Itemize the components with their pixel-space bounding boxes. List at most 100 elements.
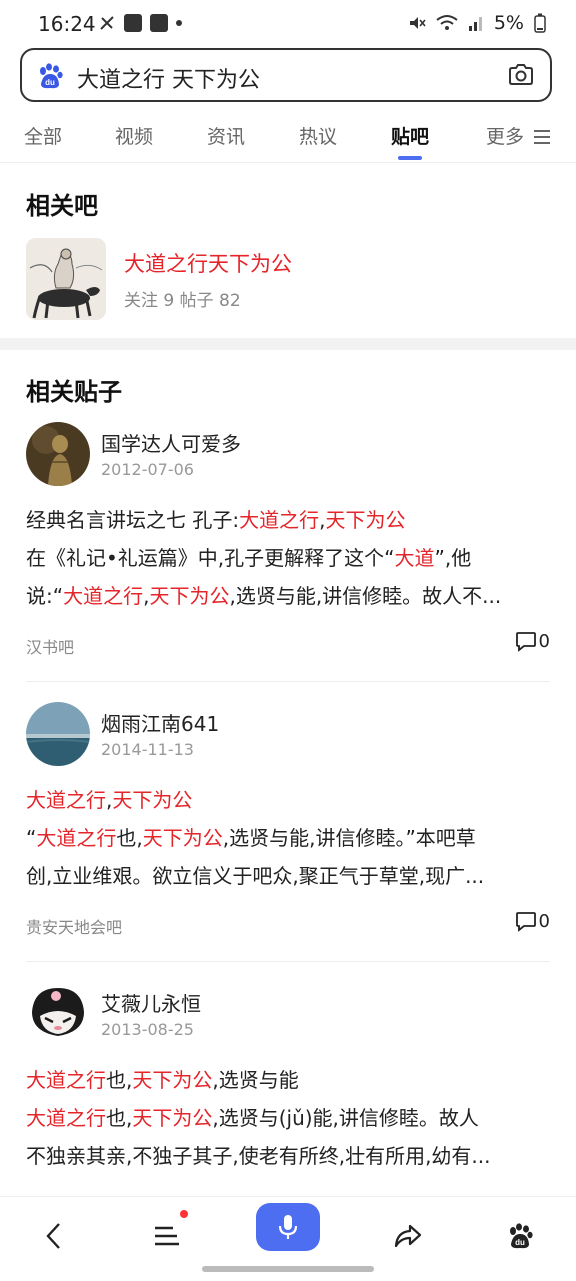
post-card[interactable]: 烟雨江南641 2014-11-13 大道之行,天下为公 “大道之行也,天下为公… [26,702,550,962]
post-source-bar[interactable]: 汉书吧 [26,634,74,658]
highlighted-keyword: 天下为公 [142,826,223,850]
post-date: 2013-08-25 [101,1020,194,1039]
highlighted-keyword: 大道之行 [239,508,320,532]
back-button[interactable] [22,1211,86,1261]
text-segment: 也, [106,1068,133,1092]
comment-button[interactable]: 0 [515,910,550,932]
related-posts-title: 相关贴子 [26,378,122,406]
avatar[interactable] [26,702,90,766]
text-segment: 在《礼记•礼运篇》中,孔子更解释了这个“ [26,546,395,570]
post-card[interactable]: 国学达人可爱多 2012-07-06 经典名言讲坛之七 孔子:大道之行,天下为公… [26,422,550,682]
post-card[interactable]: 艾薇儿永恒 2013-08-25 大道之行也,天下为公,选贤与能 大道之行也,天… [26,982,550,1192]
bar-stats: 关注 9 帖子 82 [124,291,241,311]
comment-button[interactable]: 0 [515,630,550,652]
search-query[interactable]: 大道之行 天下为公 [77,62,260,94]
highlighted-keyword: 天下为公 [132,1106,213,1130]
baidu-home-button[interactable]: du [488,1211,552,1261]
wifi-icon [436,15,458,30]
post-date: 2012-07-06 [101,460,194,479]
bar-name[interactable]: 大道之行天下为公 [124,248,292,278]
mute-notification-icon [100,16,114,30]
tab-news[interactable]: 资讯 [207,122,245,149]
highlighted-keyword: 天下为公 [325,508,406,532]
text-segment: ,选贤与(jǔ)能,讲信修睦。故人 [212,1106,479,1130]
divider [26,681,550,682]
search-tabs: 全部 视频 资讯 热议 贴吧 更多 [0,112,576,163]
battery-percent: 5% [493,12,524,34]
comment-icon [515,632,536,652]
post-author[interactable]: 国学达人可爱多 [101,428,241,457]
text-segment: ,选贤与能 [212,1068,299,1092]
text-segment: ,选贤与能,讲信修睦。故人不... [229,584,502,608]
voice-search-button[interactable] [256,1203,320,1251]
notification-icons [98,14,182,32]
baidu-paw-icon: du [40,63,63,89]
highlighted-keyword: 大道之行 [63,584,144,608]
mic-icon [278,1215,298,1239]
highlighted-keyword: 天下为公 [149,584,230,608]
battery-icon [534,13,546,33]
more-menu-icon[interactable] [533,129,551,145]
highlighted-keyword: 天下为公 [132,1068,213,1092]
post-author[interactable]: 烟雨江南641 [101,708,219,737]
post-text-line: 大道之行,天下为公 [26,784,192,813]
text-segment: 不独亲其亲,不独子其子,使老有所终,壮有所用,幼有... [26,1144,491,1168]
active-tab-indicator [398,156,422,160]
share-icon [394,1224,422,1248]
svg-text:du: du [45,78,55,87]
post-text-line: 在《礼记•礼运篇》中,孔子更解释了这个“大道”,他 [26,542,471,571]
tab-hot[interactable]: 热议 [299,122,337,149]
related-bar-title: 相关吧 [26,192,98,220]
highlighted-keyword: 大道之行 [26,788,106,812]
menu-button[interactable] [135,1211,199,1261]
text-segment: 也, [116,826,143,850]
camera-icon[interactable] [508,63,534,87]
highlighted-keyword: 天下为公 [112,788,193,812]
bar-thumbnail[interactable] [26,238,106,320]
text-segment: 也, [106,1106,133,1130]
baidu-paw-icon: du [510,1223,533,1249]
more-notifications-icon [176,20,182,26]
notification-dot [180,1210,188,1218]
highlighted-keyword: 大道 [394,546,435,570]
highlighted-keyword: 大道之行 [26,1106,106,1130]
related-bar-card[interactable]: 大道之行天下为公 关注 9 帖子 82 [26,238,550,322]
status-time: 16:24 [38,12,96,36]
post-text-line: 说:“大道之行,天下为公,选贤与能,讲信修睦。故人不... [26,580,501,609]
share-button[interactable] [376,1211,440,1261]
post-text-line: 创,立业维艰。欲立信义于吧众,聚正气于草堂,现广... [26,860,484,889]
divider [26,961,550,962]
comment-count: 0 [538,910,550,932]
section-separator [0,338,576,350]
signal-icon [468,17,482,31]
text-segment: 经典名言讲坛之七 孔子: [26,508,240,532]
tab-tieba[interactable]: 贴吧 [391,122,429,149]
system-icons: 5% [408,12,546,34]
post-text-line: 经典名言讲坛之七 孔子:大道之行,天下为公 [26,504,405,533]
post-text-line: 大道之行也,天下为公,选贤与(jǔ)能,讲信修睦。故人 [26,1102,479,1131]
avatar[interactable] [26,422,90,486]
tab-more[interactable]: 更多 [486,122,524,149]
post-author[interactable]: 艾薇儿永恒 [101,988,201,1017]
avatar[interactable] [26,982,90,1046]
back-icon [46,1223,60,1249]
status-bar: 16:24 5% [0,0,576,46]
post-text-line: 不独亲其亲,不独子其子,使老有所终,壮有所用,幼有... [26,1140,491,1169]
sina-notification-icon [150,14,168,32]
highlighted-keyword: 大道之行 [26,1068,106,1092]
search-bar[interactable]: du 大道之行 天下为公 [20,48,552,102]
tab-all[interactable]: 全部 [24,122,62,149]
image-notification-icon [124,14,142,32]
post-text-line: 大道之行也,天下为公,选贤与能 [26,1064,299,1093]
post-source-bar[interactable]: 贵安天地会吧 [26,914,122,938]
home-indicator[interactable] [202,1266,374,1272]
menu-icon [155,1226,179,1246]
text-segment: 创,立业维艰。欲立信义于吧众,聚正气于草堂,现广... [26,864,485,888]
tab-video[interactable]: 视频 [115,122,153,149]
comment-count: 0 [538,630,550,652]
post-text-line: “大道之行也,天下为公,选贤与能,讲信修睦。”本吧草 [26,822,476,851]
post-date: 2014-11-13 [101,740,194,759]
text-segment: “ [26,826,37,850]
text-segment: ,选贤与能,讲信修睦。”本吧草 [222,826,476,850]
highlighted-keyword: 大道之行 [36,826,117,850]
